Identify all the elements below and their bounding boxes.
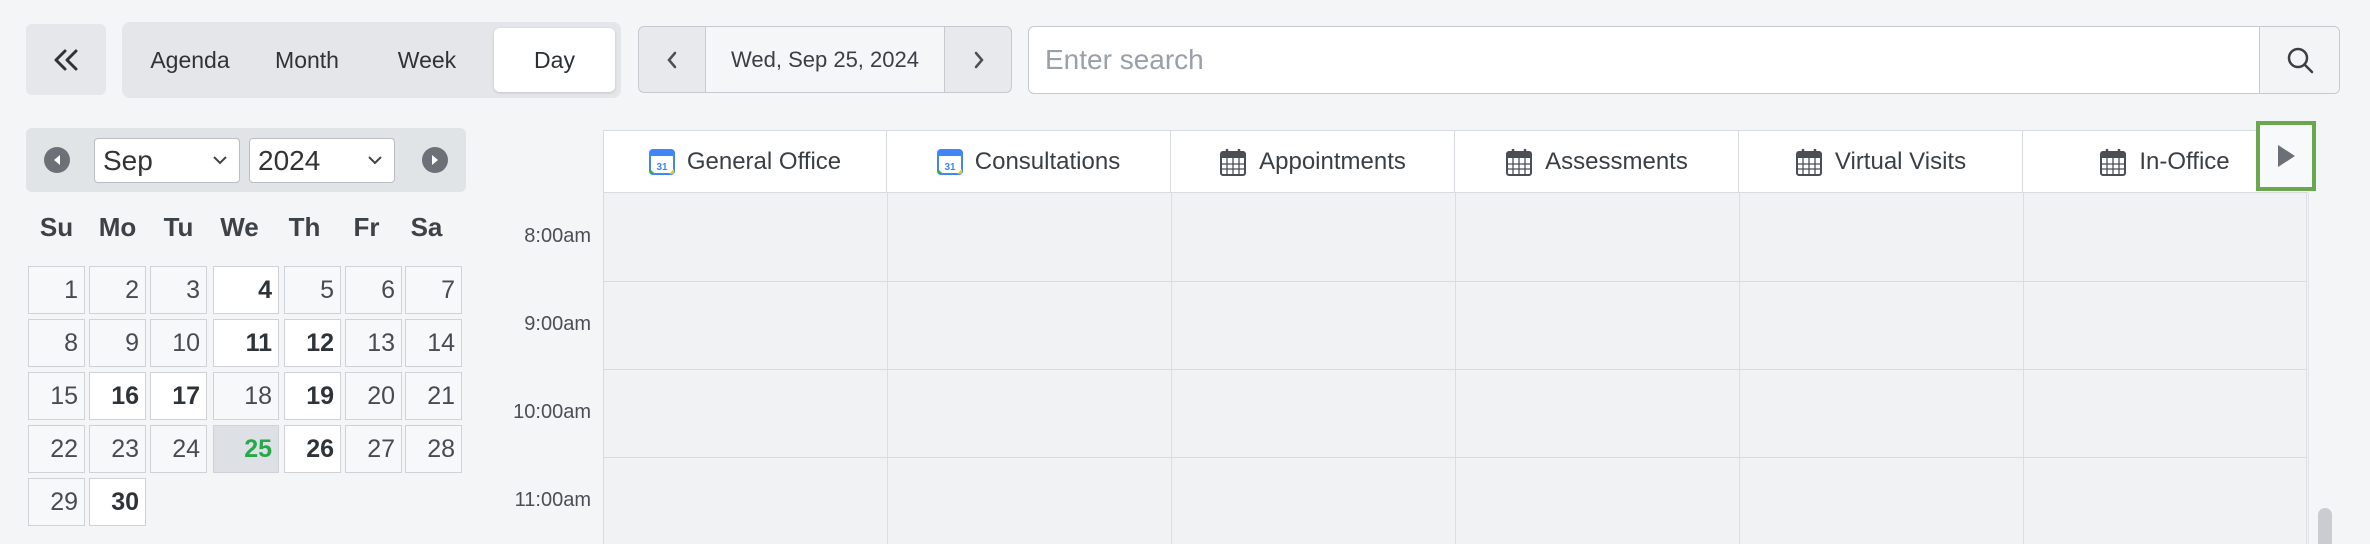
- view-switcher: Agenda Month Week Day: [122, 22, 621, 98]
- resource-column-assessments[interactable]: Assessments: [1454, 131, 1738, 192]
- hour-divider: [604, 369, 2307, 370]
- view-week-button[interactable]: Week: [372, 28, 482, 92]
- mini-calendar-day[interactable]: 1: [28, 266, 85, 314]
- mini-calendar-day[interactable]: 12: [284, 319, 341, 367]
- triangle-left-icon: [54, 155, 60, 165]
- mini-calendar-day[interactable]: 9: [89, 319, 146, 367]
- chevron-down-icon: [368, 156, 382, 165]
- mini-calendar-day[interactable]: 16: [89, 372, 146, 420]
- resource-column-virtual-visits[interactable]: Virtual Visits: [1738, 131, 2022, 192]
- search-input[interactable]: [1029, 27, 2259, 93]
- calendar-icon: [1220, 148, 1247, 176]
- time-label: 8:00am: [524, 225, 591, 247]
- next-day-button[interactable]: [946, 27, 1011, 92]
- mini-calendar-day[interactable]: 30: [89, 478, 146, 526]
- mini-next-month-button[interactable]: [422, 147, 448, 173]
- mini-calendar-day[interactable]: 8: [28, 319, 85, 367]
- chevron-right-icon: [974, 51, 984, 68]
- weekday-label: Tu: [163, 212, 194, 242]
- resource-header: 31 General Office 31 Consultations Appoi…: [603, 130, 2308, 193]
- svg-text:31: 31: [656, 162, 668, 173]
- google-calendar-icon: 31: [648, 148, 675, 175]
- search-icon: [2287, 47, 2313, 74]
- google-calendar-icon: 31: [936, 148, 963, 175]
- resource-label: General Office: [686, 147, 842, 175]
- mini-calendar-day[interactable]: 22: [28, 425, 85, 473]
- calendar-icon: [1795, 148, 1822, 176]
- mini-calendar-day[interactable]: 10: [150, 319, 207, 367]
- weekday-label: Fr: [353, 212, 380, 242]
- mini-calendar-day[interactable]: 7: [405, 266, 462, 314]
- mini-calendar-day[interactable]: 18: [213, 372, 279, 420]
- grid-scrollbar[interactable]: [2308, 193, 2338, 544]
- year-select[interactable]: 2024: [249, 138, 395, 183]
- weekday-label: Th: [288, 212, 321, 242]
- svg-text:31: 31: [944, 162, 956, 173]
- mini-prev-month-button[interactable]: [44, 147, 70, 173]
- double-chevron-left-icon: [54, 49, 78, 70]
- time-label: 11:00am: [514, 489, 591, 511]
- weekday-label: We: [220, 212, 259, 242]
- mini-calendar-day[interactable]: 17: [150, 372, 207, 420]
- grid-scrollbar-thumb[interactable]: [2318, 508, 2332, 544]
- calendar-icon: [1506, 148, 1533, 176]
- mini-calendar-day[interactable]: 3: [150, 266, 207, 314]
- current-date-label[interactable]: Wed, Sep 25, 2024: [705, 27, 945, 92]
- resource-label: Consultations: [974, 147, 1121, 175]
- year-select-value: 2024: [258, 144, 321, 176]
- resource-column-appointments[interactable]: Appointments: [1170, 131, 1454, 192]
- search-bar: [1028, 26, 2340, 94]
- calendar-icon: [2100, 148, 2127, 176]
- resource-label: Assessments: [1545, 147, 1688, 175]
- mini-calendar-day[interactable]: 20: [345, 372, 402, 420]
- time-gutter: 8:00am 9:00am 10:00am 11:00am: [501, 193, 603, 544]
- mini-calendar-day[interactable]: 5: [284, 266, 341, 314]
- mini-calendar-day[interactable]: 23: [89, 425, 146, 473]
- hour-divider: [604, 281, 2307, 282]
- weekday-label: Mo: [98, 212, 137, 242]
- mini-calendar-day[interactable]: 28: [405, 425, 462, 473]
- mini-calendar-day[interactable]: 15: [28, 372, 85, 420]
- month-select-value: Sep: [103, 144, 153, 176]
- time-label: 10:00am: [513, 401, 591, 423]
- resource-label: In-Office: [2139, 147, 2230, 175]
- collapse-sidebar-button[interactable]: [26, 24, 106, 95]
- mini-calendar-day[interactable]: 6: [345, 266, 402, 314]
- mini-calendar-day[interactable]: 21: [405, 372, 462, 420]
- view-day-button[interactable]: Day: [494, 28, 615, 92]
- triangle-right-icon: [432, 155, 438, 165]
- mini-calendar-day[interactable]: 19: [284, 372, 341, 420]
- mini-calendar-header: Sep 2024: [26, 128, 466, 192]
- resource-label: Appointments: [1259, 147, 1406, 175]
- mini-calendar-day[interactable]: 27: [345, 425, 402, 473]
- mini-calendar-day[interactable]: 14: [405, 319, 462, 367]
- resource-label: Virtual Visits: [1834, 147, 1967, 175]
- prev-day-button[interactable]: [639, 27, 705, 92]
- mini-calendar-day[interactable]: 26: [284, 425, 341, 473]
- mini-calendar-day[interactable]: 2: [89, 266, 146, 314]
- view-month-button[interactable]: Month: [252, 28, 362, 92]
- mini-calendar-day[interactable]: 13: [345, 319, 402, 367]
- chevron-left-icon: [667, 51, 677, 68]
- resource-next-button[interactable]: [2256, 121, 2316, 191]
- weekday-label: Su: [39, 212, 74, 242]
- time-label: 9:00am: [524, 313, 591, 335]
- hour-divider: [604, 457, 2307, 458]
- mini-calendar-day[interactable]: 11: [213, 319, 279, 367]
- weekday-label: Sa: [410, 212, 443, 242]
- search-button[interactable]: [2259, 27, 2339, 93]
- mini-calendar-day-today[interactable]: 25: [213, 425, 279, 473]
- view-agenda-button[interactable]: Agenda: [132, 28, 248, 92]
- weekday-header-row: Su Mo Tu We Th Fr Sa: [26, 212, 466, 246]
- month-select[interactable]: Sep: [94, 138, 240, 183]
- mini-calendar-day[interactable]: 29: [28, 478, 85, 526]
- resource-column-general-office[interactable]: 31 General Office: [603, 131, 886, 192]
- mini-calendar-day[interactable]: 24: [150, 425, 207, 473]
- mini-calendar-day[interactable]: 4: [213, 266, 279, 314]
- play-icon: [2278, 145, 2295, 167]
- chevron-down-icon: [213, 156, 227, 165]
- day-schedule-grid[interactable]: [603, 193, 2307, 544]
- resource-column-consultations[interactable]: 31 Consultations: [886, 131, 1170, 192]
- date-navigator: Wed, Sep 25, 2024: [638, 26, 1012, 93]
